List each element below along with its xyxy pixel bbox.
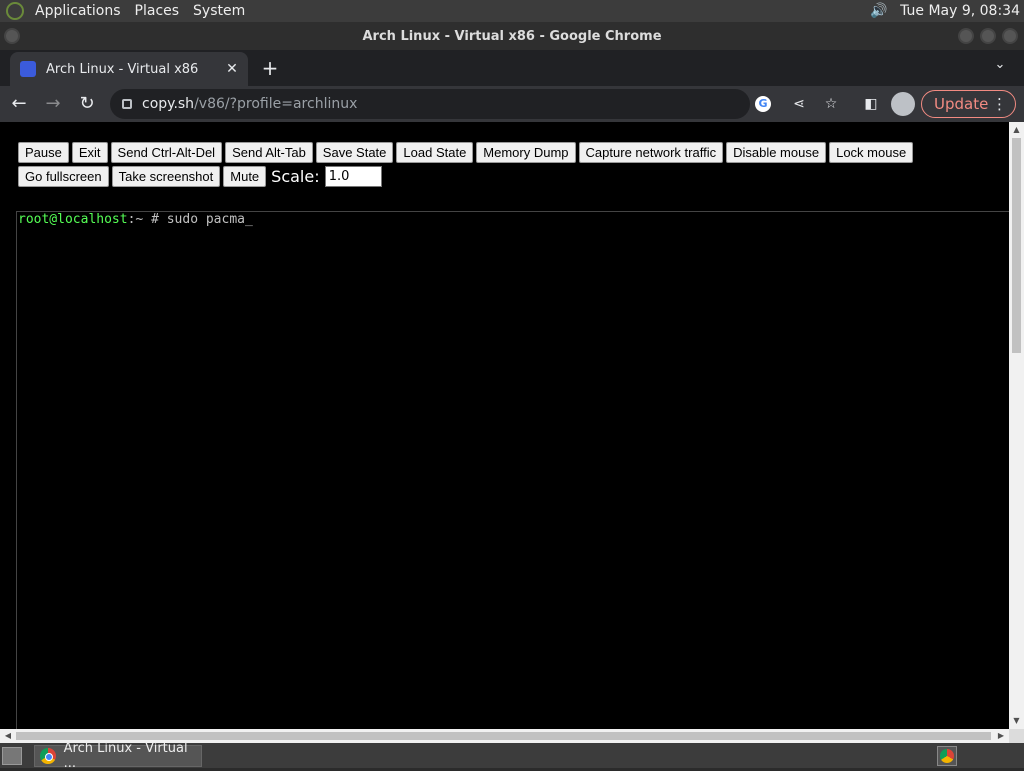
close-window-button[interactable] (1002, 28, 1018, 44)
side-panel-icon[interactable]: ◧ (859, 92, 883, 116)
capture-network-traffic-button[interactable]: Capture network traffic (578, 142, 724, 163)
update-label: Update (934, 95, 989, 113)
load-state-button[interactable]: Load State (396, 142, 474, 163)
tab-search-chevron-icon[interactable]: ⌄ (990, 57, 1010, 77)
volume-icon[interactable]: 🔊 (870, 3, 887, 19)
terminal-command: # sudo pacma_ (151, 212, 253, 227)
scale-label: Scale: (271, 167, 320, 186)
browser-toolbar: ← → ↻ copy.sh/v86/?profile=archlinux G ⋖… (0, 86, 1024, 122)
send-ctrl-alt-del-button[interactable]: Send Ctrl-Alt-Del (110, 142, 223, 163)
send-alt-tab-button[interactable]: Send Alt-Tab (225, 142, 313, 163)
go-fullscreen-button[interactable]: Go fullscreen (18, 166, 109, 187)
lock-icon[interactable] (122, 99, 132, 109)
address-bar[interactable]: copy.sh/v86/?profile=archlinux (110, 89, 750, 119)
horizontal-scroll-thumb[interactable] (16, 732, 991, 740)
take-screenshot-button[interactable]: Take screenshot (111, 166, 221, 187)
vertical-scrollbar[interactable]: ▲ ▼ (1009, 122, 1024, 729)
minimize-button[interactable] (958, 28, 974, 44)
forward-button[interactable]: → (38, 89, 68, 119)
bottom-taskbar: Arch Linux - Virtual ... (0, 741, 1024, 771)
emulator-controls: Pause Exit Send Ctrl-Alt-Del Send Alt-Tab Sa… (18, 142, 988, 190)
maximize-button[interactable] (980, 28, 996, 44)
menu-dots-icon[interactable]: ⋮ (992, 91, 1007, 117)
distro-logo-icon[interactable] (6, 2, 24, 20)
taskbar-item-chrome[interactable]: Arch Linux - Virtual ... (34, 741, 202, 771)
google-lens-icon[interactable]: G (755, 96, 771, 112)
places-menu[interactable]: Places (128, 0, 187, 22)
v86-favicon-icon (20, 61, 36, 77)
show-desktop-icon[interactable] (2, 747, 22, 765)
reload-button[interactable]: ↻ (72, 89, 102, 119)
exit-button[interactable]: Exit (71, 142, 108, 163)
lock-mouse-button[interactable]: Lock mouse (829, 142, 914, 163)
tab-arch-linux[interactable]: Arch Linux - Virtual x86 ✕ (10, 52, 248, 86)
scroll-down-arrow-icon[interactable]: ▼ (1012, 716, 1021, 726)
disable-mouse-button[interactable]: Disable mouse (726, 142, 827, 163)
workspace-chrome-icon[interactable] (937, 746, 957, 766)
page-content: Pause Exit Send Ctrl-Alt-Del Send Alt-Tab Sa… (0, 122, 1009, 729)
scroll-left-arrow-icon[interactable]: ◀ (3, 731, 13, 741)
memory-dump-button[interactable]: Memory Dump (476, 142, 576, 163)
tab-close-icon[interactable]: ✕ (222, 61, 242, 77)
scale-input[interactable] (324, 166, 382, 187)
window-menu-button[interactable] (4, 28, 20, 44)
mute-button[interactable]: Mute (223, 166, 267, 187)
vm-screen[interactable] (16, 211, 1009, 729)
scroll-up-arrow-icon[interactable]: ▲ (1012, 125, 1021, 135)
terminal-prompt-line: root@localhost:~ # sudo pacma_ (18, 212, 253, 228)
new-tab-button[interactable]: + (258, 56, 282, 80)
top-panel: Applications Places System 🔊 Tue May 9, … (0, 0, 1024, 22)
tab-title: Arch Linux - Virtual x86 (46, 61, 199, 77)
scroll-right-arrow-icon[interactable]: ▶ (996, 731, 1006, 741)
applications-menu[interactable]: Applications (28, 0, 128, 22)
tab-strip: Arch Linux - Virtual x86 ✕ + ⌄ (0, 50, 1024, 86)
prompt-user: root@localhost (18, 212, 128, 227)
clock[interactable]: Tue May 9, 08:34 (900, 3, 1024, 19)
vertical-scroll-thumb[interactable] (1012, 138, 1021, 353)
profile-avatar[interactable] (891, 92, 915, 116)
window-titlebar[interactable]: Arch Linux - Virtual x86 - Google Chrome (0, 22, 1024, 50)
save-state-button[interactable]: Save State (315, 142, 394, 163)
update-button[interactable]: Update ⋮ (921, 90, 1016, 118)
chrome-icon (40, 748, 56, 764)
url-domain: copy.sh (142, 96, 195, 112)
pause-button[interactable]: Pause (18, 142, 69, 163)
share-icon[interactable]: ⋖ (787, 92, 811, 116)
back-button[interactable]: ← (4, 89, 34, 119)
taskbar-item-label: Arch Linux - Virtual ... (63, 741, 188, 771)
url-path: /v86/?profile=archlinux (194, 96, 358, 112)
prompt-path: :~ (127, 212, 144, 227)
scrollbar-corner (1009, 729, 1024, 743)
window-title: Arch Linux - Virtual x86 - Google Chrome (362, 28, 662, 44)
bookmark-star-icon[interactable]: ☆ (819, 92, 843, 116)
system-menu[interactable]: System (186, 0, 252, 22)
